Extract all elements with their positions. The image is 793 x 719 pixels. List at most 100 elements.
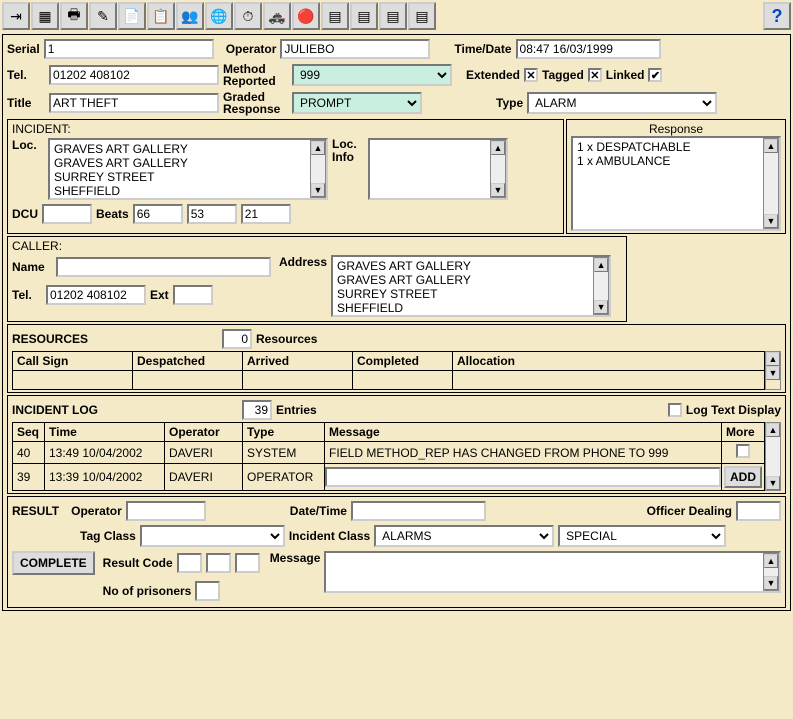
result-message-label: Message [270, 551, 321, 565]
col-operator: Operator [165, 423, 243, 442]
linked-checkbox[interactable]: ✔ [648, 68, 662, 82]
beat1-field[interactable] [133, 204, 183, 224]
graded-select[interactable]: PROMPT [292, 92, 422, 114]
scroll-up-icon[interactable]: ▲ [766, 423, 780, 437]
col-despatched: Despatched [133, 352, 243, 371]
graded-label: Graded Response [223, 91, 288, 115]
log-msg-input[interactable] [325, 467, 721, 487]
scroll-down-icon[interactable]: ▼ [766, 366, 780, 380]
exit-icon[interactable]: ⇥ [2, 2, 30, 30]
scroll-up-icon[interactable]: ▲ [764, 139, 778, 153]
list1-icon[interactable]: ▤ [321, 2, 349, 30]
prisoners-label: No of prisoners [103, 584, 192, 598]
incident-panel: INCIDENT: Loc. GRAVES ART GALLERY GRAVES… [7, 119, 564, 234]
scroll-down-icon[interactable]: ▼ [311, 183, 325, 197]
result-officer-label: Officer Dealing [647, 504, 732, 518]
map-icon[interactable]: 🌐 [205, 2, 233, 30]
col-more: More [722, 423, 765, 442]
special-select[interactable]: SPECIAL [558, 525, 726, 547]
log-count-label: Entries [276, 403, 317, 417]
car-icon[interactable]: 🚓 [263, 2, 291, 30]
caller-panel: CALLER: Name Tel. Ext Address GRAVES ART… [7, 236, 627, 322]
result-officer-field[interactable] [736, 501, 781, 521]
tel-label: Tel. [7, 68, 45, 82]
loc-listbox[interactable]: GRAVES ART GALLERY GRAVES ART GALLERY SU… [48, 138, 328, 200]
scroll-down-icon[interactable]: ▼ [764, 214, 778, 228]
col-arrived: Arrived [243, 352, 353, 371]
method-select[interactable]: 999 [292, 64, 452, 86]
beats-label: Beats [96, 207, 129, 221]
printer-icon[interactable]: 🖶 [60, 2, 88, 30]
tagged-checkbox[interactable]: ✕ [588, 68, 602, 82]
serial-field[interactable] [44, 39, 214, 59]
caller-ext-field[interactable] [173, 285, 213, 305]
caller-tel-label: Tel. [12, 288, 42, 302]
notes-icon[interactable]: 📄 [118, 2, 146, 30]
timedate-label: Time/Date [454, 42, 511, 56]
scroll-down-icon[interactable]: ▼ [594, 300, 608, 314]
scroll-up-icon[interactable]: ▲ [764, 554, 778, 568]
logtext-label: Log Text Display [686, 403, 781, 417]
scroll-up-icon[interactable]: ▲ [311, 141, 325, 155]
response-header: Response [571, 122, 781, 136]
resources-header: RESOURCES [12, 332, 88, 346]
resultcode2[interactable] [206, 553, 231, 573]
beat3-field[interactable] [241, 204, 291, 224]
scroll-up-icon[interactable]: ▲ [766, 352, 780, 366]
scroll-down-icon[interactable]: ▼ [764, 576, 778, 590]
caller-address-listbox[interactable]: GRAVES ART GALLERY GRAVES ART GALLERY SU… [331, 255, 611, 317]
scroll-up-icon[interactable]: ▲ [491, 141, 505, 155]
incidentclass-select[interactable]: ALARMS [374, 525, 554, 547]
logtext-checkbox[interactable] [668, 403, 682, 417]
scroll-up-icon[interactable]: ▲ [594, 258, 608, 272]
locinfo-listbox[interactable]: ▲▼ [368, 138, 508, 200]
list3-icon[interactable]: ▤ [379, 2, 407, 30]
incident-header: INCIDENT: [12, 122, 559, 136]
tel-field[interactable] [49, 65, 219, 85]
resultcode1[interactable] [177, 553, 202, 573]
tagclass-label: Tag Class [80, 529, 136, 543]
result-datetime-field[interactable] [351, 501, 486, 521]
scroll-down-icon[interactable]: ▼ [766, 476, 780, 490]
tagged-label: Tagged [542, 68, 584, 82]
help-button[interactable]: ? [763, 2, 791, 30]
extended-checkbox[interactable]: ✕ [524, 68, 538, 82]
prisoners-field[interactable] [195, 581, 220, 601]
response-listbox[interactable]: 1 x DESPATCHABLE 1 x AMBULANCE ▲▼ [571, 136, 781, 231]
result-message-box[interactable]: ▲▼ [324, 551, 781, 593]
resources-count [222, 329, 252, 349]
add-button[interactable]: ADD [724, 466, 762, 488]
resultcode3[interactable] [235, 553, 260, 573]
dcu-field[interactable] [42, 204, 92, 224]
timer-icon[interactable]: ⏱ [234, 2, 262, 30]
linked-label: Linked [606, 68, 645, 82]
caller-ext-label: Ext [150, 288, 169, 302]
locinfo-label: Loc. Info [332, 138, 364, 164]
tagclass-select[interactable] [140, 525, 285, 547]
complete-button[interactable]: COMPLETE [12, 551, 95, 575]
col-seq: Seq [13, 423, 45, 442]
caller-address-label: Address [279, 255, 327, 269]
log-count [242, 400, 272, 420]
log-table: Seq Time Operator Type Message More 40 1… [12, 422, 765, 491]
timedate-field[interactable] [516, 39, 661, 59]
people-icon[interactable]: 👥 [176, 2, 204, 30]
result-operator-field[interactable] [126, 501, 206, 521]
form-icon[interactable]: ▦ [31, 2, 59, 30]
more-checkbox[interactable] [736, 444, 750, 458]
scroll-down-icon[interactable]: ▼ [491, 183, 505, 197]
type-select[interactable]: ALARM [527, 92, 717, 114]
dispatch-icon[interactable]: 📋 [147, 2, 175, 30]
toolbar: ⇥ ▦ 🖶 ✎ 📄 📋 👥 🌐 ⏱ 🚓 🔴 ▤ ▤ ▤ ▤ ? [0, 0, 793, 32]
caller-name-field[interactable] [56, 257, 271, 277]
edit-icon[interactable]: ✎ [89, 2, 117, 30]
col-callsign: Call Sign [13, 352, 133, 371]
beat2-field[interactable] [187, 204, 237, 224]
caller-tel-field[interactable] [46, 285, 146, 305]
list4-icon[interactable]: ▤ [408, 2, 436, 30]
title-field[interactable] [49, 93, 219, 113]
list2-icon[interactable]: ▤ [350, 2, 378, 30]
incidentclass-label: Incident Class [289, 529, 370, 543]
record-icon[interactable]: 🔴 [292, 2, 320, 30]
operator-field[interactable] [280, 39, 430, 59]
